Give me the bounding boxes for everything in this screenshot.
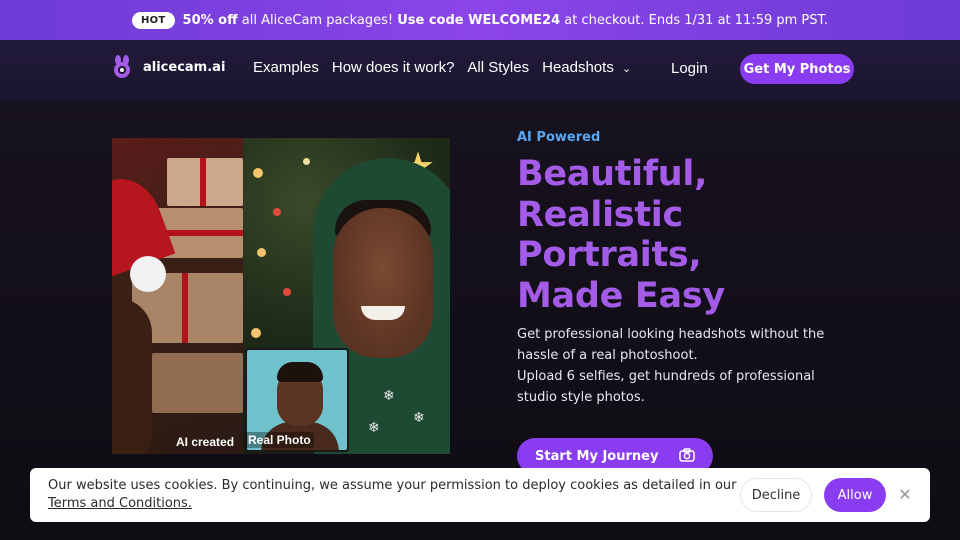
nav-link-examples[interactable]: Examples <box>253 59 319 76</box>
snowflake-icon: ❄ <box>413 410 425 426</box>
face-shape <box>333 208 433 358</box>
terms-link[interactable]: Terms and Conditions. <box>48 496 192 511</box>
real-photo-label: Real Photo <box>245 432 314 448</box>
headline-line: Made Easy <box>517 275 725 316</box>
logo-text: alicecam.ai <box>143 59 226 75</box>
nav-link-headshots-label: Headshots <box>542 59 614 76</box>
promo-banner: HOT 50% off all AliceCam packages! Use c… <box>0 0 960 40</box>
gift-ribbon <box>157 230 243 236</box>
headline-line: Portraits, <box>517 235 702 275</box>
snowflake-icon: ❄ <box>368 420 380 436</box>
promo-text-mid: all AliceCam packages! <box>241 12 394 28</box>
start-my-journey-label: Start My Journey <box>535 448 659 464</box>
headline-line: Realistic <box>517 194 683 235</box>
promo-text: 50% off all AliceCam packages! Use code … <box>183 13 829 28</box>
tree-light <box>251 328 261 338</box>
headline-line: Beautiful, <box>517 154 708 194</box>
gift-ribbon <box>182 273 188 343</box>
cookie-message: Our website uses cookies. By continuing,… <box>48 478 737 493</box>
get-my-photos-button[interactable]: Get My Photos <box>740 54 854 84</box>
photo-left-gifts <box>112 138 243 454</box>
cookie-text: Our website uses cookies. By continuing,… <box>48 477 738 513</box>
snowflake-icon: ❄ <box>383 388 395 404</box>
nav-link-headshots[interactable]: Headshots ⌄ <box>542 59 631 76</box>
chevron-down-icon: ⌄ <box>622 63 632 75</box>
logo-icon <box>111 55 133 79</box>
promo-code: Use code WELCOME24 <box>397 12 561 28</box>
decline-button[interactable]: Decline <box>740 478 812 512</box>
camera-icon <box>679 447 695 463</box>
nav-link-all-styles[interactable]: All Styles <box>467 59 529 76</box>
tree-light <box>303 158 310 165</box>
ai-created-label: AI created <box>176 435 235 449</box>
hero-headline: Beautiful, Realistic Portraits, Made Eas… <box>517 154 877 316</box>
close-icon[interactable]: ✕ <box>896 485 914 504</box>
santa-hat-pompom <box>130 256 166 292</box>
cookie-banner: Our website uses cookies. By continuing,… <box>30 468 930 522</box>
logo[interactable]: alicecam.ai <box>111 55 225 79</box>
promo-discount: 50% off <box>182 12 238 28</box>
login-link[interactable]: Login <box>671 60 708 77</box>
nav-links: Examples How does it work? All Styles He… <box>253 59 631 76</box>
hot-badge: HOT <box>131 11 175 29</box>
hero-photo-collage: ★ ❄ ❄ ❄ AI created Real Photo <box>112 138 450 454</box>
hero-desc-2: Upload 6 selfies, get hundreds of profes… <box>517 369 815 405</box>
hero-desc-1: Get professional looking headshots witho… <box>517 327 825 363</box>
allow-button[interactable]: Allow <box>824 478 886 512</box>
gift-box <box>152 353 243 413</box>
ai-powered-eyebrow: AI Powered <box>517 130 601 145</box>
top-nav: alicecam.ai Examples How does it work? A… <box>0 40 960 100</box>
gift-ribbon <box>200 158 206 206</box>
hair-shape <box>112 298 152 454</box>
inset-hair-shape <box>277 362 323 382</box>
tree-light <box>283 288 291 296</box>
hero-description: Get professional looking headshots witho… <box>517 324 857 408</box>
tree-light <box>273 208 281 216</box>
promo-text-end: at checkout. Ends 1/31 at 11:59 pm PST. <box>564 12 829 28</box>
tree-light <box>253 168 263 178</box>
tree-light <box>257 248 266 257</box>
nav-link-how-it-works[interactable]: How does it work? <box>332 59 455 76</box>
